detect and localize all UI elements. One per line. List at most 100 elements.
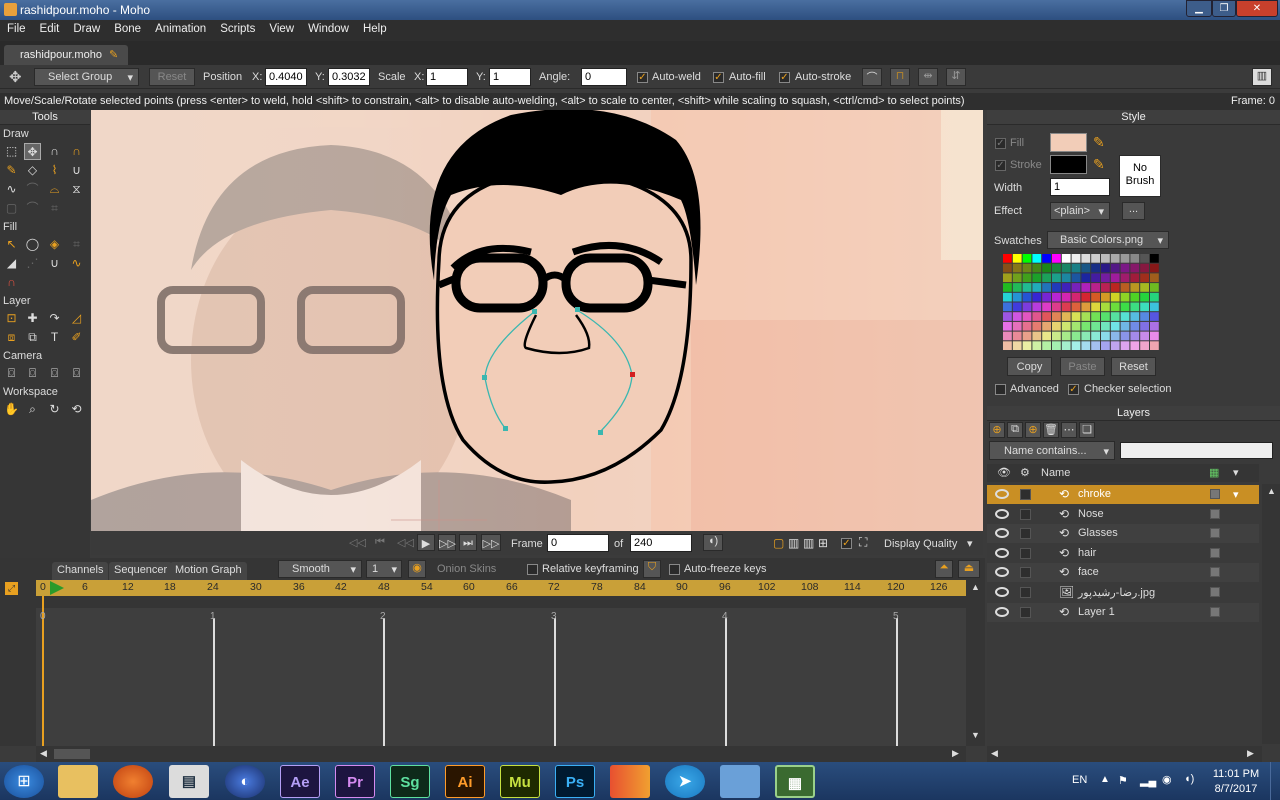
- layer-row[interactable]: ⟲ Glasses: [987, 524, 1259, 544]
- triple-view-icon[interactable]: ▥: [803, 536, 814, 550]
- blob-brush-icon[interactable]: ∿: [3, 181, 20, 198]
- color-swatch[interactable]: [1081, 341, 1091, 350]
- color-swatch[interactable]: [1120, 283, 1130, 292]
- relative-keyframing-checkbox[interactable]: [527, 564, 538, 575]
- color-swatch[interactable]: [1003, 331, 1012, 341]
- hand-icon[interactable]: ✋: [3, 401, 20, 418]
- premiere-icon[interactable]: Pr: [335, 765, 375, 798]
- scroll-right-icon[interactable]: ▶: [952, 748, 959, 759]
- chevron-down-icon[interactable]: ▾: [1233, 488, 1239, 501]
- color-swatch[interactable]: [1042, 341, 1051, 350]
- expand-icon[interactable]: ⏏: [958, 560, 980, 578]
- start-button[interactable]: ⊞: [4, 765, 44, 798]
- step-back-icon[interactable]: ◁◁: [397, 536, 414, 549]
- frame-field[interactable]: 0: [547, 534, 609, 552]
- play-icon[interactable]: ▶: [417, 534, 435, 551]
- color-swatch[interactable]: [1101, 254, 1110, 263]
- fill-color-swatch[interactable]: [1050, 133, 1087, 152]
- magnet-icon[interactable]: ∪: [68, 162, 85, 179]
- layer-color-tag[interactable]: [1210, 508, 1220, 519]
- color-swatch[interactable]: [1130, 273, 1140, 283]
- perspective-icon[interactable]: ⧖: [68, 181, 85, 198]
- muse-icon[interactable]: Mu: [500, 765, 540, 798]
- color-swatch[interactable]: [1012, 331, 1022, 341]
- color-swatch[interactable]: [1091, 331, 1100, 341]
- color-swatch[interactable]: [1101, 312, 1110, 321]
- color-swatch[interactable]: [1140, 254, 1149, 263]
- color-swatch[interactable]: [1042, 273, 1051, 283]
- layers-hscroll[interactable]: ◀ ▶: [987, 746, 1262, 762]
- color-swatch[interactable]: [1081, 292, 1091, 302]
- create-shape-icon[interactable]: ◯: [24, 236, 41, 253]
- color-swatch[interactable]: [1101, 292, 1110, 302]
- width-field[interactable]: 1: [1050, 178, 1110, 196]
- eye-icon[interactable]: [995, 508, 1009, 519]
- color-swatch[interactable]: [1061, 263, 1071, 273]
- color-swatch[interactable]: [1091, 312, 1100, 321]
- flip-layer-icon[interactable]: ⧈: [3, 329, 20, 346]
- color-swatch[interactable]: [1032, 292, 1042, 302]
- shear-layer-icon[interactable]: ⧉: [24, 329, 41, 346]
- color-swatch[interactable]: [1003, 254, 1012, 263]
- scroll-thumb[interactable]: [54, 749, 90, 759]
- color-swatch[interactable]: [1032, 283, 1042, 292]
- timeline-area[interactable]: 0 1 2 3 4 5: [36, 596, 966, 746]
- pan-tilt-camera-icon[interactable]: ⌼: [68, 365, 85, 382]
- color-swatch[interactable]: [1110, 321, 1120, 331]
- eye-icon[interactable]: [995, 606, 1009, 617]
- color-swatch[interactable]: [1022, 321, 1032, 331]
- hide-edge-icon[interactable]: ⋰: [24, 255, 41, 272]
- color-swatch[interactable]: [1061, 331, 1071, 341]
- chevron-down-icon[interactable]: ▾: [967, 537, 973, 550]
- stroke-checkbox[interactable]: ✓: [995, 160, 1006, 171]
- text-tool-icon[interactable]: T: [46, 329, 63, 346]
- layers-vscroll[interactable]: ▲: [1262, 484, 1280, 744]
- firefox-icon[interactable]: [113, 765, 153, 798]
- roll-camera-icon[interactable]: ⌼: [46, 365, 63, 382]
- bend-icon[interactable]: ⌓: [46, 181, 63, 198]
- flip-vertical-icon[interactable]: ⇵: [946, 68, 966, 86]
- effect-dropdown[interactable]: <plain> ▾: [1050, 202, 1110, 220]
- reset-style-button[interactable]: Reset: [1111, 357, 1156, 376]
- color-swatch[interactable]: [1022, 273, 1032, 283]
- color-swatch[interactable]: [1061, 283, 1071, 292]
- color-swatch[interactable]: [1071, 321, 1081, 331]
- color-swatch[interactable]: [1012, 283, 1022, 292]
- color-swatch[interactable]: [1022, 341, 1032, 350]
- copy-button[interactable]: Copy: [1007, 357, 1052, 376]
- color-swatch[interactable]: [1012, 273, 1022, 283]
- telegram-tray-icon[interactable]: ◉: [1162, 773, 1172, 786]
- layer-row[interactable]: ⟲ Layer 1: [987, 602, 1259, 622]
- color-swatch[interactable]: [1081, 283, 1091, 292]
- scale-layer-icon[interactable]: ◿: [68, 310, 85, 327]
- autofill-checkbox[interactable]: ✓: [713, 72, 724, 83]
- color-swatch[interactable]: [1003, 292, 1012, 302]
- color-swatch[interactable]: [1081, 263, 1091, 273]
- color-swatch[interactable]: [1140, 263, 1149, 273]
- photo-viewer-icon[interactable]: [720, 765, 760, 798]
- quad-view-icon[interactable]: ⊞: [818, 536, 828, 550]
- color-swatch[interactable]: [1012, 302, 1022, 312]
- lock-toggle[interactable]: [1020, 587, 1031, 598]
- menu-edit[interactable]: Edit: [33, 20, 67, 38]
- curve-tool-icon[interactable]: ⌒: [862, 68, 882, 86]
- color-swatch[interactable]: [1140, 341, 1149, 350]
- color-swatch[interactable]: [1003, 283, 1012, 292]
- color-swatch[interactable]: [1012, 292, 1022, 302]
- color-swatch[interactable]: [1061, 302, 1071, 312]
- color-swatch[interactable]: [1061, 341, 1071, 350]
- photoshop-icon[interactable]: Ps: [555, 765, 595, 798]
- color-swatch[interactable]: [1101, 283, 1110, 292]
- color-swatch[interactable]: [1052, 312, 1061, 321]
- color-swatch[interactable]: [1130, 283, 1140, 292]
- minimize-button[interactable]: ▁: [1186, 0, 1212, 17]
- color-swatch[interactable]: [1022, 312, 1032, 321]
- lock-toggle[interactable]: [1020, 547, 1031, 559]
- color-swatch[interactable]: [1130, 254, 1140, 263]
- color-swatch[interactable]: [1071, 302, 1081, 312]
- color-swatch[interactable]: [1012, 263, 1022, 273]
- color-swatch[interactable]: [1130, 292, 1140, 302]
- no-brush-button[interactable]: No Brush: [1119, 155, 1161, 197]
- color-swatch[interactable]: [1081, 331, 1091, 341]
- tray-expand-icon[interactable]: ▲: [1100, 774, 1110, 785]
